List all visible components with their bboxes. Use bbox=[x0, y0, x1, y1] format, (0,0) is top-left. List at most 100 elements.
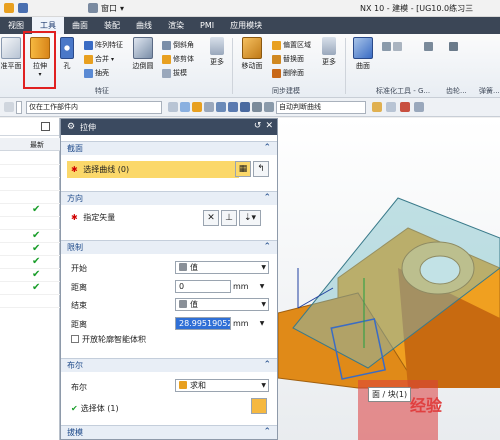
title-bar: 窗口 ▾ NX 10 - 建模 - [UG10.0练习三 bbox=[0, 0, 500, 17]
move-face-label: 移动面 bbox=[241, 62, 263, 70]
rotate-icon[interactable] bbox=[216, 102, 226, 112]
curve-button[interactable]: ↰ bbox=[253, 161, 269, 177]
menu-icon[interactable] bbox=[4, 102, 14, 112]
boolean-select[interactable]: 求和 ▼ bbox=[175, 379, 269, 392]
path-icon[interactable] bbox=[414, 102, 424, 112]
datum-plane-button[interactable]: 准平面 bbox=[0, 37, 24, 71]
select-icon[interactable] bbox=[192, 102, 202, 112]
fit-icon[interactable] bbox=[240, 102, 250, 112]
scope-filter-combo[interactable]: 仅在工作部件内 bbox=[26, 101, 162, 114]
draft-header[interactable]: 拔模 ⌃ bbox=[61, 425, 277, 439]
gear-icon bbox=[424, 42, 433, 51]
unite-label: 合并 bbox=[95, 55, 109, 63]
open-profile-row[interactable]: 开放轮廓智能体积 bbox=[71, 334, 146, 345]
replace-face-icon bbox=[272, 54, 281, 64]
start-distance-input[interactable]: 0 bbox=[175, 280, 231, 293]
group-gear-label: 齿轮... bbox=[446, 87, 467, 95]
check-icon: ✔ bbox=[32, 269, 41, 280]
type-filter-combo[interactable] bbox=[16, 101, 22, 114]
select-body-row: ✔ 选择体 (1) bbox=[71, 403, 119, 414]
tab-render[interactable]: 渲染 bbox=[160, 17, 192, 34]
intersect-icon[interactable] bbox=[386, 102, 396, 112]
offset-region-button[interactable]: 偏置区域 bbox=[272, 40, 311, 50]
pan-icon[interactable] bbox=[204, 102, 214, 112]
std-tool-icons[interactable] bbox=[382, 42, 458, 51]
chain-icon[interactable] bbox=[372, 102, 382, 112]
vector-dialog-button[interactable]: ⊥ bbox=[221, 210, 237, 226]
list-item[interactable] bbox=[0, 152, 60, 165]
more-sync-button[interactable]: 更多 bbox=[316, 37, 342, 67]
tab-curve[interactable]: 曲线 bbox=[128, 17, 160, 34]
offset-region-label: 偏置区域 bbox=[283, 41, 311, 49]
hole-button[interactable]: 孔 bbox=[54, 37, 80, 71]
reverse-direction-button[interactable]: ✕ bbox=[203, 210, 219, 226]
draft-button[interactable]: 拔模 bbox=[162, 68, 187, 78]
check-icon: ✔ bbox=[32, 243, 41, 254]
close-icon[interactable]: ✕ bbox=[265, 121, 273, 131]
replace-face-button[interactable]: 替换面 bbox=[272, 54, 304, 64]
navigator-column-header: 最新 bbox=[0, 138, 60, 151]
list-item[interactable]: ✔ bbox=[0, 230, 60, 243]
unite-button[interactable]: 合并 ▾ bbox=[84, 54, 114, 64]
list-item[interactable] bbox=[0, 165, 60, 178]
end-distance-input[interactable]: 28.99519052 bbox=[175, 317, 231, 330]
list-item[interactable] bbox=[0, 217, 60, 230]
list-item[interactable]: ✔ bbox=[0, 243, 60, 256]
edge-blend-button[interactable]: 边倒圆 bbox=[130, 37, 156, 71]
chamfer-button[interactable]: 倒斜角 bbox=[162, 40, 194, 50]
group-sync-label: 同步建模 bbox=[272, 87, 300, 95]
maximize-icon[interactable] bbox=[41, 122, 50, 131]
curve-rule-combo[interactable]: 自动判断曲线 bbox=[276, 101, 366, 114]
save-icon[interactable] bbox=[18, 3, 28, 13]
delete-face-button[interactable]: 删除面 bbox=[272, 68, 304, 78]
move-face-button[interactable]: 移动面 bbox=[238, 37, 266, 71]
surface-icon bbox=[353, 37, 373, 59]
list-item[interactable] bbox=[0, 191, 60, 204]
surface-button[interactable]: 曲面 bbox=[350, 37, 376, 71]
chevron-down-icon: ▼ bbox=[261, 264, 266, 271]
limits-header[interactable]: 限制 ⌃ bbox=[61, 240, 277, 254]
tab-surface[interactable]: 曲面 bbox=[64, 17, 96, 34]
list-item[interactable]: ✔ bbox=[0, 282, 60, 295]
sketch-section-button[interactable]: ▦ bbox=[235, 161, 251, 177]
end-distance-dropdown[interactable]: ▼ bbox=[257, 317, 267, 330]
stop-icon[interactable] bbox=[400, 102, 410, 112]
view-icon[interactable] bbox=[252, 102, 262, 112]
gear-icon[interactable]: ⚙ bbox=[66, 122, 76, 132]
start-distance-unit: mm bbox=[233, 282, 249, 291]
specify-vector-label: 指定矢量 bbox=[83, 213, 116, 222]
unite-icon bbox=[179, 381, 187, 389]
list-item[interactable]: ✔ bbox=[0, 269, 60, 282]
scope-filter-value: 仅在工作部件内 bbox=[29, 103, 78, 111]
zoom-icon[interactable] bbox=[228, 102, 238, 112]
dialog-title: 拉伸 bbox=[80, 122, 96, 132]
end-type-select[interactable]: 值 ▼ bbox=[175, 298, 269, 311]
open-profile-checkbox[interactable] bbox=[71, 335, 79, 343]
reset-icon[interactable]: ↺ bbox=[254, 121, 262, 131]
direction-title: 方向 bbox=[67, 194, 83, 203]
tab-assembly[interactable]: 装配 bbox=[96, 17, 128, 34]
shell-icon bbox=[84, 68, 93, 78]
direction-header[interactable]: 方向 ⌃ bbox=[61, 191, 277, 205]
select-curve-field[interactable]: ✱ 选择曲线 (0) bbox=[67, 161, 239, 178]
list-item[interactable] bbox=[0, 178, 60, 191]
more-feature-button[interactable]: 更多 bbox=[204, 37, 230, 67]
start-distance-dropdown[interactable]: ▼ bbox=[257, 280, 267, 293]
list-item[interactable] bbox=[0, 295, 60, 308]
tab-pmi[interactable]: PMI bbox=[192, 17, 222, 34]
list-item[interactable]: ✔ bbox=[0, 256, 60, 269]
filter-icon[interactable] bbox=[168, 102, 178, 112]
select-body-button[interactable] bbox=[251, 398, 267, 414]
boolean-header[interactable]: 布尔 ⌃ bbox=[61, 358, 277, 372]
unite-icon bbox=[84, 54, 93, 64]
pattern-feature-button[interactable]: 阵列特征 bbox=[84, 40, 123, 50]
start-type-select[interactable]: 值 ▼ bbox=[175, 261, 269, 274]
vector-type-button[interactable]: ⇣▾ bbox=[239, 210, 261, 226]
list-item[interactable]: ✔ bbox=[0, 204, 60, 217]
tab-applications[interactable]: 应用模块 bbox=[222, 17, 270, 34]
snap-icon[interactable] bbox=[180, 102, 190, 112]
section-header[interactable]: 截面 ⌃ bbox=[61, 141, 277, 155]
shell-button[interactable]: 抽壳 bbox=[84, 68, 109, 78]
trim-body-button[interactable]: 修剪体 bbox=[162, 54, 194, 64]
window-menu[interactable]: 窗口 ▾ bbox=[88, 3, 124, 14]
